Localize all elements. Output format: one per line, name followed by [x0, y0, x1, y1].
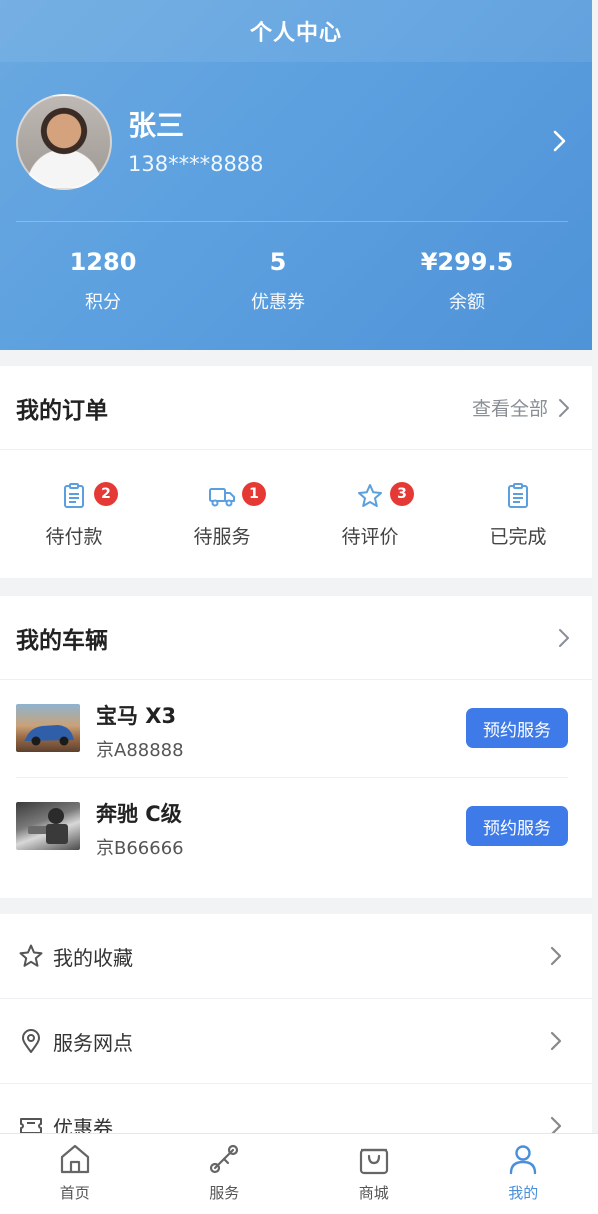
location-pin-icon — [22, 1029, 40, 1053]
avatar[interactable] — [16, 94, 112, 190]
star-icon — [358, 484, 382, 507]
order-pending-review[interactable]: 3 待评价 — [296, 450, 444, 578]
tab-mine[interactable]: 我的 — [449, 1134, 598, 1214]
count-badge: 1 — [242, 482, 266, 506]
stat-label: 积分 — [85, 292, 121, 313]
order-label: 待付款 — [45, 526, 103, 548]
vehicle-name: 奔驰 C级 — [96, 802, 182, 826]
home-icon — [60, 1144, 89, 1174]
count-badge: 2 — [94, 482, 118, 506]
book-service-button[interactable]: 预约服务 — [466, 708, 568, 748]
car-image-icon — [24, 725, 74, 746]
vehicles-more[interactable] — [558, 628, 570, 648]
chevron-right-icon — [550, 1031, 562, 1051]
chevron-right-icon — [559, 628, 569, 647]
order-pending-payment[interactable]: 2 待付款 — [0, 450, 148, 578]
order-completed[interactable]: 已完成 — [444, 450, 592, 578]
tab-label: 首页 — [59, 1184, 90, 1202]
menu-item-favorites[interactable]: 我的收藏 — [0, 914, 592, 999]
stat-coupons[interactable]: 5 优惠券 — [188, 248, 368, 314]
view-all-link[interactable]: 查看全部 — [472, 394, 570, 421]
user-icon — [510, 1145, 537, 1175]
order-status-row: 2 待付款 1 待服务 3 待评价 已完成 — [0, 450, 592, 578]
menu-list: 我的收藏 服务网点 优惠券 — [0, 914, 592, 1133]
tab-label: 我的 — [508, 1184, 539, 1202]
chevron-right-icon[interactable] — [548, 126, 572, 156]
chevron-right-icon — [550, 1116, 562, 1133]
stat-value: ¥299.5 — [420, 248, 514, 276]
car-thumbnail — [16, 802, 80, 850]
bottom-tab-bar: 首页 服务 商城 我的 — [0, 1133, 598, 1214]
tab-home[interactable]: 首页 — [0, 1134, 150, 1214]
menu-label: 我的收藏 — [53, 945, 133, 970]
vehicle-plate: 京A88888 — [96, 740, 184, 761]
orders-card: 我的订单 查看全部 2 待付款 1 待服务 3 待评价 已完成 — [0, 366, 592, 578]
orders-header: 我的订单 查看全部 — [0, 366, 592, 450]
vehicles-title: 我的车辆 — [16, 627, 108, 654]
stat-value: 1280 — [69, 248, 137, 276]
clipboard-icon — [64, 483, 84, 508]
menu-item-coupons[interactable]: 优惠券 — [0, 1084, 592, 1133]
profile-header: 个人中心 张三 138****8888 1280 积分 5 优惠券 ¥299.5… — [0, 0, 592, 350]
vehicle-name: 宝马 X3 — [96, 704, 177, 728]
menu-label: 服务网点 — [53, 1030, 133, 1055]
ticket-icon — [20, 1118, 42, 1133]
count-badge: 3 — [390, 482, 414, 506]
vehicle-plate: 京B66666 — [96, 838, 184, 859]
stat-points[interactable]: 1280 积分 — [13, 248, 193, 314]
orders-title: 我的订单 — [16, 397, 108, 424]
vehicle-row[interactable]: 奔驰 C级 京B66666 预约服务 — [0, 778, 592, 876]
title-bar: 个人中心 — [0, 0, 592, 62]
stat-balance[interactable]: ¥299.5 余额 — [377, 248, 557, 314]
menu-item-service-outlets[interactable]: 服务网点 — [0, 999, 592, 1084]
book-service-button[interactable]: 预约服务 — [466, 806, 568, 846]
order-label: 待服务 — [193, 526, 251, 548]
tab-label: 商城 — [358, 1184, 389, 1202]
stat-value: 5 — [269, 248, 287, 276]
vehicle-row[interactable]: 宝马 X3 京A88888 预约服务 — [0, 680, 592, 778]
page-title: 个人中心 — [249, 21, 342, 46]
shopping-bag-icon — [359, 1148, 388, 1175]
order-label: 待评价 — [341, 526, 399, 548]
user-name: 张三 — [128, 109, 185, 142]
star-outline-icon — [19, 944, 43, 967]
chevron-right-icon — [559, 398, 569, 417]
car-thumbnail — [16, 704, 80, 752]
clipboard-icon — [508, 483, 528, 508]
header-divider — [16, 221, 568, 222]
chevron-right-icon — [550, 946, 562, 966]
menu-label: 优惠券 — [53, 1115, 113, 1134]
tab-mall[interactable]: 商城 — [299, 1134, 449, 1214]
tab-label: 服务 — [209, 1184, 240, 1202]
vehicles-card: 我的车辆 宝马 X3 京A88888 预约服务 奔驰 C级 京B66666 预约… — [0, 596, 592, 898]
order-label: 已完成 — [489, 526, 547, 548]
car-image-icon — [28, 808, 68, 844]
order-pending-service[interactable]: 1 待服务 — [148, 450, 296, 578]
wrench-icon — [210, 1144, 239, 1174]
stat-label: 优惠券 — [251, 292, 305, 313]
view-all-label: 查看全部 — [471, 398, 548, 420]
vehicles-header[interactable]: 我的车辆 — [0, 596, 592, 680]
tab-service[interactable]: 服务 — [150, 1134, 300, 1214]
user-phone: 138****8888 — [128, 152, 264, 176]
truck-icon — [209, 488, 235, 507]
stat-label: 余额 — [449, 292, 485, 313]
profile-row[interactable]: 张三 138****8888 — [16, 94, 576, 190]
